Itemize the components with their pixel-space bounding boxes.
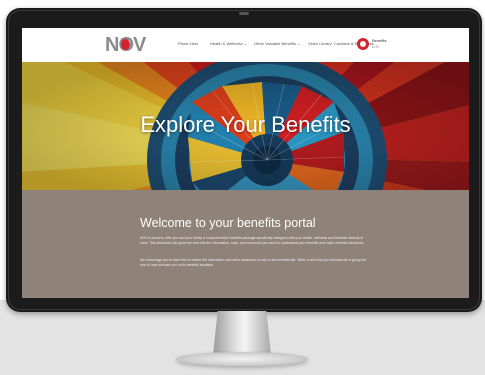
monitor-frame: NOV Plans View Health & Wellness ⌄ Other… <box>6 8 482 312</box>
welcome-paragraph-1: NOV is proud to offer you and your famil… <box>140 236 365 245</box>
nov-logo[interactable]: NOV <box>105 35 153 55</box>
hero-title: Explore Your Benefits <box>140 112 351 137</box>
nav-item-video-library[interactable]: Video Library <box>308 41 332 46</box>
camera-icon <box>239 12 249 15</box>
welcome-title: Welcome to your benefits portal <box>140 216 316 230</box>
benefits-badge-icon[interactable] <box>357 38 369 50</box>
nav-item-health-wellness[interactable]: Health & Wellness ⌄ <box>210 41 247 46</box>
monitor-stand-base <box>176 352 308 366</box>
nav-item-other-benefits[interactable]: Other Valuable Benefits ⌄ <box>254 41 300 46</box>
monitor-screen: NOV Plans View Health & Wellness ⌄ Other… <box>22 28 469 298</box>
monitor-stand-neck <box>213 311 271 355</box>
welcome-section: Welcome to your benefits portal NOV is p… <box>22 190 469 298</box>
hero-banner: Explore Your Benefits <box>22 62 469 190</box>
region-sub-label: U.S. <box>372 44 380 49</box>
region-label[interactable]: Benefits <box>372 38 386 43</box>
site-header: NOV Plans View Health & Wellness ⌄ Other… <box>22 28 469 63</box>
welcome-paragraph-2: We encourage you to take time to review … <box>140 258 367 267</box>
nav-item-plans-view[interactable]: Plans View <box>178 41 198 46</box>
